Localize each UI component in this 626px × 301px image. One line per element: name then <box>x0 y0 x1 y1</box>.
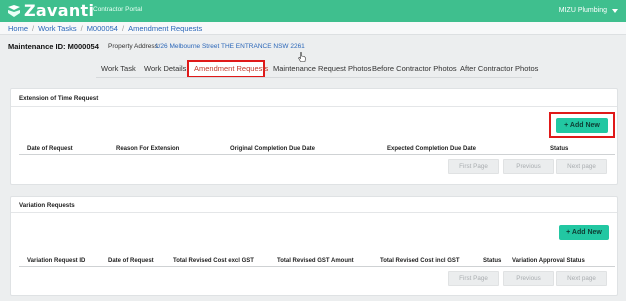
extension-title: Extension of Time Request <box>19 95 99 102</box>
table-header-rule <box>19 266 615 267</box>
variation-title: Variation Requests <box>19 202 75 209</box>
tab-bar: Work Task Work Details Amendment Request… <box>0 60 626 78</box>
portal-label: Contractor Portal <box>93 6 143 13</box>
breadcrumb-separator: / <box>80 24 83 33</box>
tab-maintenance-request-photos[interactable]: Maintenance Request Photos <box>273 64 371 73</box>
zavanti-logo-icon <box>8 5 20 17</box>
column-header: Status <box>483 258 502 264</box>
breadcrumb-task-id[interactable]: M000054 <box>87 24 118 33</box>
top-bar: Zavanti Contractor Portal MIZU Plumbing <box>0 0 626 22</box>
previous-button[interactable]: Previous <box>503 159 554 174</box>
maintenance-id: Maintenance ID: M000054 <box>8 42 99 51</box>
divider <box>11 106 617 107</box>
tab-work-details[interactable]: Work Details <box>144 64 186 73</box>
column-header: Expected Completion Due Date <box>387 146 477 152</box>
breadcrumb-home[interactable]: Home <box>8 24 28 33</box>
breadcrumb-separator: / <box>32 24 35 33</box>
tab-before-contractor-photos[interactable]: Before Contractor Photos <box>372 64 457 73</box>
add-extension-button[interactable]: + Add New <box>556 118 608 133</box>
address-value[interactable]: 1/26 Melbourne Street THE ENTRANCE NSW 2… <box>155 43 305 50</box>
breadcrumb-bar: Home / Work Tasks / M000054/Amendment Reques… <box>0 22 626 35</box>
extension-card: Extension of Time Request + Add New Date… <box>10 88 618 185</box>
column-header: Total Revised Cost excl GST <box>173 258 254 264</box>
column-header: Date of Request <box>108 258 154 264</box>
tab-amendment-requests[interactable]: Amendment Requests <box>194 64 268 73</box>
add-variation-button[interactable]: + Add New <box>559 225 609 240</box>
breadcrumb-separator: / <box>121 24 125 33</box>
tab-work-task[interactable]: Work Task <box>101 64 136 73</box>
column-header: Reason For Extension <box>116 146 180 152</box>
next-page-button[interactable]: Next page <box>556 159 607 174</box>
chevron-down-icon[interactable] <box>612 9 618 13</box>
column-header: Original Completion Due Date <box>230 146 316 152</box>
breadcrumb-current[interactable]: Amendment Requests <box>128 24 202 33</box>
column-header: Total Revised GST Amount <box>277 258 354 264</box>
divider <box>11 212 617 213</box>
address-label: Property Address: <box>108 43 160 50</box>
column-header: Total Revised Cost incl GST <box>380 258 460 264</box>
previous-button[interactable]: Previous <box>503 271 554 286</box>
table-header-rule <box>19 154 615 155</box>
column-header: Variation Approval Status <box>512 258 585 264</box>
next-page-button[interactable]: Next page <box>556 271 607 286</box>
first-page-button[interactable]: First Page <box>448 271 499 286</box>
column-header: Date of Request <box>27 146 73 152</box>
company-menu[interactable]: MIZU Plumbing <box>559 7 607 14</box>
tab-after-contractor-photos[interactable]: After Contractor Photos <box>460 64 538 73</box>
column-header: Status <box>550 146 569 152</box>
first-page-button[interactable]: First Page <box>448 159 499 174</box>
column-header: Variation Request ID <box>27 258 86 264</box>
breadcrumb-work-tasks[interactable]: Work Tasks <box>38 24 76 33</box>
variation-card: Variation Requests + Add New Variation R… <box>10 196 618 296</box>
logo-text[interactable]: Zavanti <box>24 1 94 20</box>
breadcrumb: Home / Work Tasks / M000054/Amendment Reques… <box>8 24 202 33</box>
tab-divider <box>96 77 532 78</box>
